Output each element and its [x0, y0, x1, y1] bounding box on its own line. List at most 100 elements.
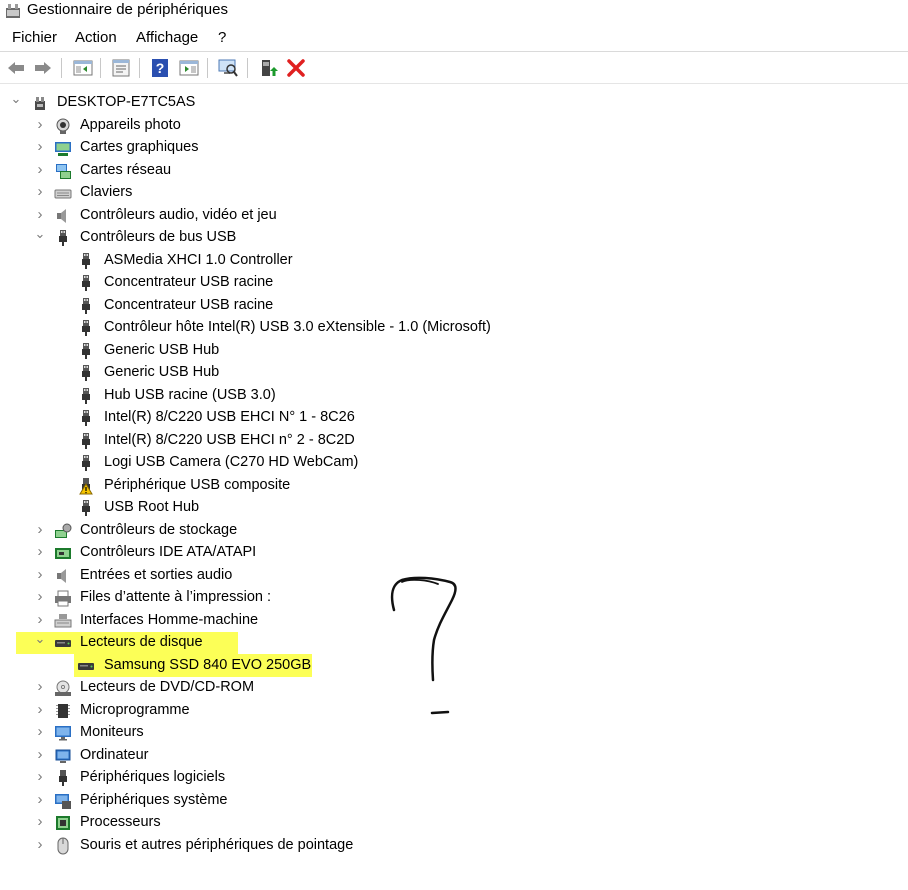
usb-icon — [82, 500, 90, 516]
usb-icon — [82, 365, 90, 381]
menu-fichier[interactable]: Fichier — [12, 29, 57, 46]
chevron-down-icon[interactable]: ⌄ — [34, 227, 46, 240]
menu-action[interactable]: Action — [75, 29, 117, 46]
tree-device[interactable]: Logi USB Camera (C270 HD WebCam) — [0, 452, 900, 474]
disk-drive-icon — [55, 640, 71, 647]
tree-category[interactable]: › Contrôleurs audio, vidéo et jeu — [0, 205, 900, 227]
menu-affichage[interactable]: Affichage — [136, 29, 198, 46]
properties-icon[interactable] — [110, 57, 132, 79]
usb-icon — [82, 252, 90, 269]
tree-node-label: Contrôleurs audio, vidéo et jeu — [80, 206, 277, 223]
tree-root[interactable]: ⌄ DESKTOP-E7TC5AS — [0, 92, 900, 114]
tree-device[interactable]: Hub USB racine (USB 3.0) — [0, 385, 900, 407]
chevron-right-icon[interactable]: › — [34, 567, 46, 582]
tree-device[interactable]: Périphérique USB composite — [0, 475, 900, 497]
chevron-right-icon[interactable]: › — [34, 814, 46, 829]
update-driver-icon[interactable] — [257, 57, 279, 79]
chevron-right-icon[interactable]: › — [34, 162, 46, 177]
usb-icon — [82, 455, 90, 471]
tree-category[interactable]: › Processeurs — [0, 812, 900, 834]
toolbar-separator — [139, 58, 140, 78]
tree-node-label: USB Root Hub — [104, 499, 200, 515]
tree-node-label: Intel(R) 8/C220 USB EHCI n° 2 - 8C2D — [104, 431, 355, 448]
uninstall-device-icon[interactable] — [285, 57, 307, 79]
tree-category[interactable]: › Claviers — [0, 182, 900, 204]
tree-device[interactable]: Concentrateur USB racine — [0, 272, 900, 294]
chevron-right-icon[interactable]: › — [34, 207, 46, 222]
tree-node-label: Concentrateur USB racine — [104, 274, 274, 290]
handwritten-question-mark-icon — [390, 576, 457, 715]
tree-category[interactable]: › Contrôleurs de stockage — [0, 520, 900, 542]
back-icon[interactable] — [5, 57, 27, 79]
tree-category[interactable]: › Cartes réseau — [0, 160, 900, 182]
tree-node-label: Generic USB Hub — [104, 364, 220, 380]
chevron-down-icon[interactable]: ⌄ — [10, 92, 22, 105]
dvd-icon — [55, 680, 71, 696]
tree-category[interactable]: › Périphériques système — [0, 790, 900, 812]
tree-node-label: Claviers — [80, 184, 133, 200]
tree-category[interactable]: › Contrôleurs IDE ATA/ATAPI — [0, 542, 900, 564]
chevron-right-icon[interactable]: › — [34, 769, 46, 784]
software-device-icon — [59, 770, 67, 786]
keyboard-icon — [54, 189, 72, 199]
action-pane-icon[interactable] — [178, 57, 200, 79]
tree-device[interactable]: Intel(R) 8/C220 USB EHCI n° 2 - 8C2D — [0, 430, 900, 452]
chevron-right-icon[interactable]: › — [34, 702, 46, 717]
tree-category[interactable]: › Cartes graphiques — [0, 137, 900, 159]
camera-icon — [56, 118, 70, 134]
tree-category[interactable]: ⌄ Contrôleurs de bus USB — [0, 227, 900, 249]
chevron-down-icon[interactable]: ⌄ — [34, 632, 46, 645]
usb-icon — [82, 342, 90, 359]
display-adapter-icon — [55, 142, 71, 156]
chevron-right-icon[interactable]: › — [34, 184, 46, 199]
usb-icon — [82, 432, 90, 449]
system-device-icon — [55, 793, 71, 809]
tree-node-label: DESKTOP-E7TC5AS — [57, 94, 196, 110]
tree-category[interactable]: › Ordinateur — [0, 745, 900, 767]
root-icon — [35, 97, 45, 110]
tree-category[interactable]: › Souris et autres périphériques de point… — [0, 835, 900, 857]
tree-node-label: Moniteurs — [80, 724, 144, 740]
menu-help[interactable]: ? — [218, 29, 226, 46]
usb-icon — [82, 297, 90, 314]
tree-device[interactable]: ASMedia XHCI 1.0 Controller — [0, 250, 900, 272]
tree-node-label: Cartes réseau — [80, 161, 172, 178]
tree-node-label: Ordinateur — [80, 746, 149, 763]
toolbar-divider — [0, 83, 908, 84]
scan-hardware-icon[interactable] — [217, 57, 239, 79]
show-hide-console-tree-icon[interactable] — [72, 57, 94, 79]
chevron-right-icon[interactable]: › — [34, 139, 46, 154]
help-icon[interactable]: ? — [149, 57, 171, 79]
usb-icon — [82, 387, 90, 404]
tree-category[interactable]: › Appareils photo — [0, 115, 900, 137]
chevron-right-icon[interactable]: › — [34, 724, 46, 739]
tree-node-label: Cartes graphiques — [80, 139, 199, 155]
tree-device[interactable]: Intel(R) 8/C220 USB EHCI N° 1 - 8C26 — [0, 407, 900, 429]
speaker-icon — [57, 568, 66, 583]
forward-icon[interactable] — [32, 57, 54, 79]
tree-device[interactable]: Generic USB Hub — [0, 362, 900, 384]
chevron-right-icon[interactable]: › — [34, 589, 46, 604]
chevron-right-icon[interactable]: › — [34, 522, 46, 537]
storage-controller-icon — [55, 523, 72, 538]
chevron-right-icon[interactable]: › — [34, 612, 46, 627]
usb-warning-icon — [79, 477, 93, 494]
tree-device[interactable]: Concentrateur USB racine — [0, 295, 900, 317]
printer-icon — [55, 590, 71, 607]
tree-device[interactable]: USB Root Hub — [0, 497, 900, 519]
chevron-right-icon[interactable]: › — [34, 747, 46, 762]
toolbar-separator — [61, 58, 62, 78]
tree-node-label: Generic USB Hub — [104, 341, 220, 358]
chevron-right-icon[interactable]: › — [34, 117, 46, 132]
chevron-right-icon[interactable]: › — [34, 679, 46, 694]
tree-device[interactable]: Contrôleur hôte Intel(R) USB 3.0 eXtensi… — [0, 317, 900, 339]
tree-category[interactable]: › Périphériques logiciels — [0, 767, 900, 789]
tree-device[interactable]: Generic USB Hub — [0, 340, 900, 362]
chevron-right-icon[interactable]: › — [34, 792, 46, 807]
tree-node-label: Périphériques système — [80, 791, 228, 808]
chevron-right-icon[interactable]: › — [34, 837, 46, 852]
chevron-right-icon[interactable]: › — [34, 544, 46, 559]
tree-node-label: Contrôleurs de stockage — [80, 521, 238, 538]
tree-node-label: Hub USB racine (USB 3.0) — [104, 386, 276, 403]
tree-node-label: Lecteurs de disque — [80, 634, 203, 650]
